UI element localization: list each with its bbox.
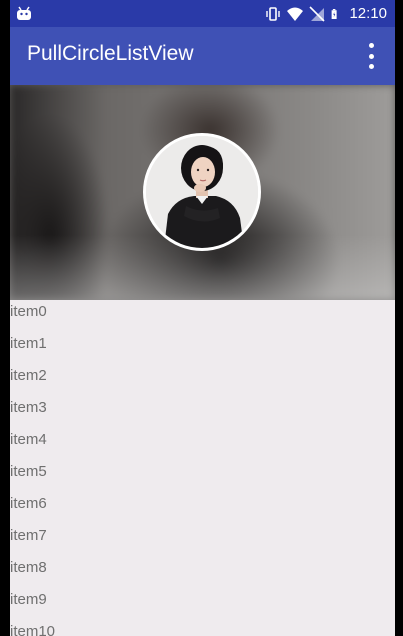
header-image (10, 85, 395, 300)
list-item[interactable]: item10 (10, 620, 395, 636)
wifi-icon (287, 7, 304, 21)
profile-photo (146, 136, 258, 248)
list-item[interactable]: item0 (10, 300, 395, 332)
list-item[interactable]: item2 (10, 364, 395, 396)
status-time: 12:10 (349, 5, 387, 22)
list-item[interactable]: item4 (10, 428, 395, 460)
app-title: PullCircleListView (27, 42, 194, 65)
profile-avatar[interactable] (143, 133, 261, 251)
list-item[interactable]: item6 (10, 492, 395, 524)
list-item[interactable]: item7 (10, 524, 395, 556)
item-list[interactable]: item0 item1 item2 item3 item4 item5 item6 item7… (10, 300, 395, 636)
vibrate-icon (266, 6, 281, 21)
list-item[interactable]: item3 (10, 396, 395, 428)
list-item[interactable]: item8 (10, 556, 395, 588)
list-item[interactable]: item1 (10, 332, 395, 364)
app-screen: 12:10 PullCircleListView item0 item1 ite… (10, 0, 395, 636)
app-bar: PullCircleListView (10, 27, 395, 85)
list-item[interactable]: item9 (10, 588, 395, 620)
android-icon (17, 6, 31, 20)
status-icons: 12:10 (265, 4, 387, 23)
battery-icon (332, 8, 338, 19)
status-bar: 12:10 (10, 0, 395, 27)
no-sim-icon (309, 5, 326, 22)
more-vert-icon[interactable] (359, 43, 383, 69)
list-item[interactable]: item5 (10, 460, 395, 492)
